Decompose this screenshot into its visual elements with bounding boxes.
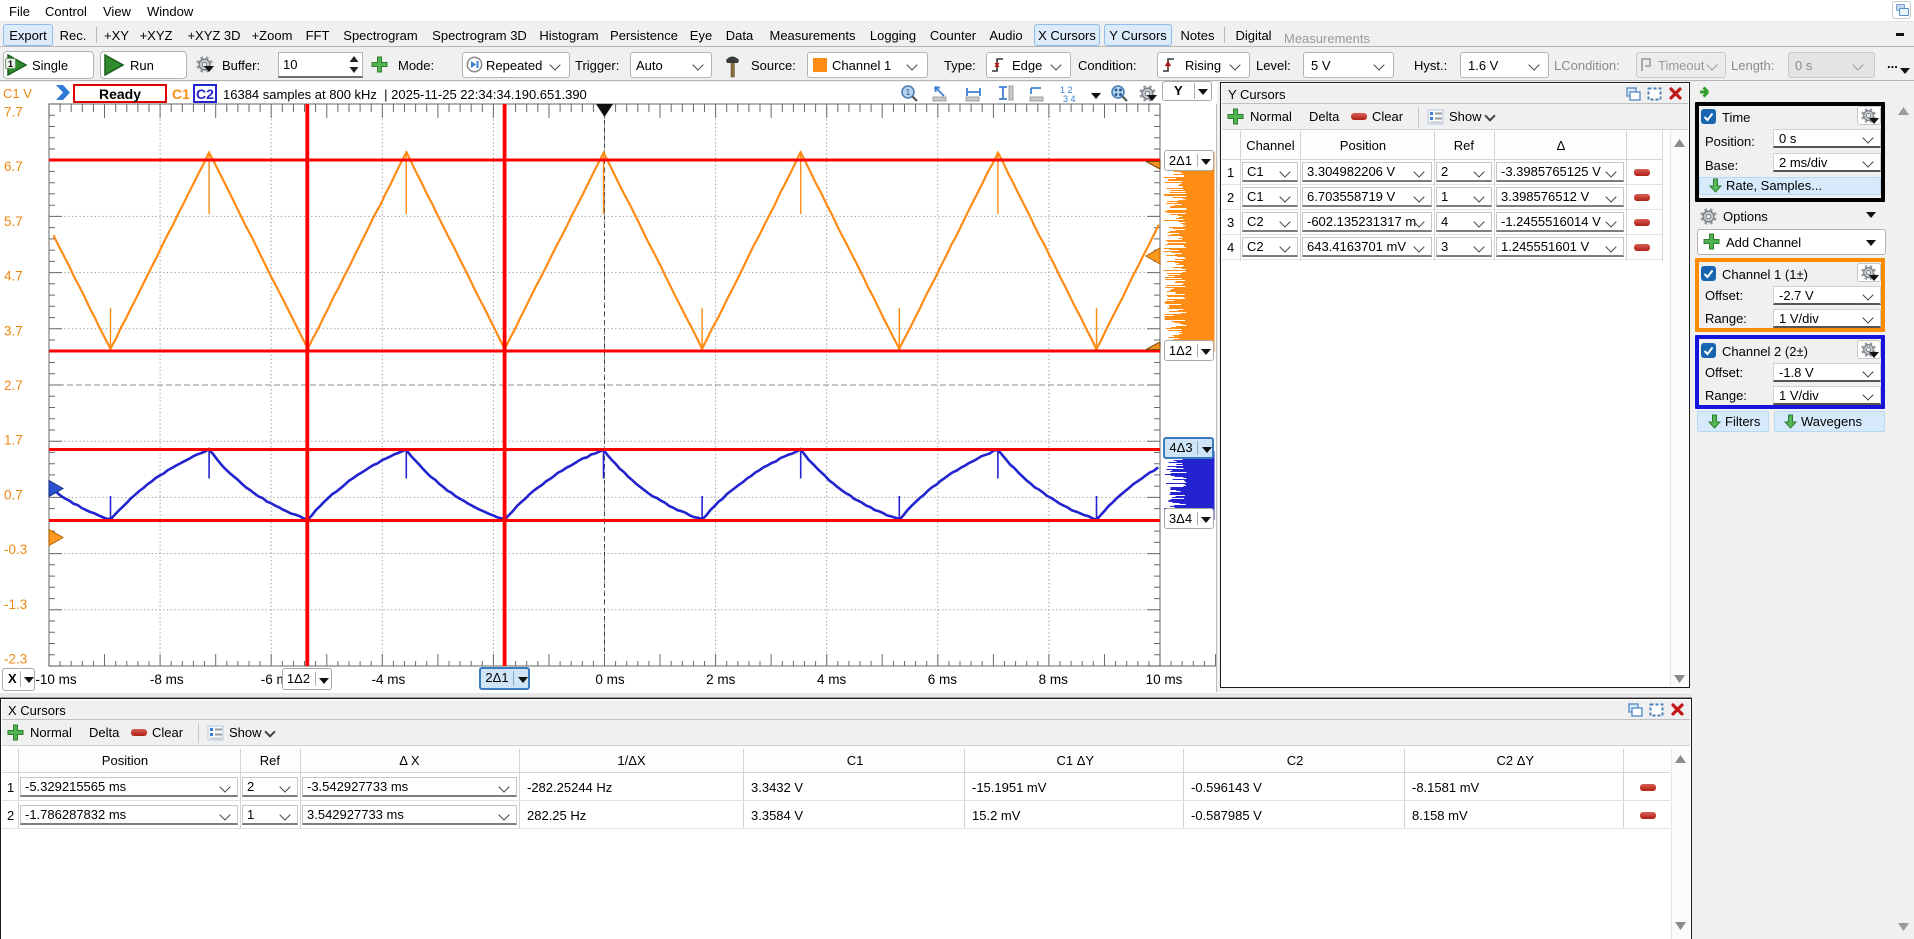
svg-text:4.7: 4.7 — [4, 269, 23, 284]
svg-text:10 ms: 10 ms — [1146, 672, 1183, 687]
svg-text:0 ms: 0 ms — [595, 672, 625, 687]
svg-text:2.7: 2.7 — [4, 378, 23, 393]
svg-text:-4 ms: -4 ms — [372, 672, 406, 687]
svg-text:-0.3: -0.3 — [4, 542, 27, 557]
svg-text:3.7: 3.7 — [4, 323, 23, 338]
svg-text:-1.3: -1.3 — [4, 597, 27, 612]
svg-text:-8 ms: -8 ms — [150, 672, 184, 687]
svg-text:4 ms: 4 ms — [817, 672, 847, 687]
svg-text:-2.3: -2.3 — [4, 652, 27, 667]
svg-text:1: 1 — [906, 88, 911, 97]
svg-text:2 ms: 2 ms — [706, 672, 736, 687]
svg-text:6 ms: 6 ms — [928, 672, 958, 687]
svg-text:5.7: 5.7 — [4, 214, 23, 229]
svg-text:6.7: 6.7 — [4, 159, 23, 174]
svg-text:3 4: 3 4 — [1063, 94, 1076, 103]
svg-text:0.7: 0.7 — [4, 487, 23, 502]
svg-text:-10 ms: -10 ms — [35, 672, 77, 687]
svg-text:8 ms: 8 ms — [1039, 672, 1069, 687]
svg-text:1.7: 1.7 — [4, 433, 23, 448]
svg-text:7.7: 7.7 — [4, 105, 23, 120]
